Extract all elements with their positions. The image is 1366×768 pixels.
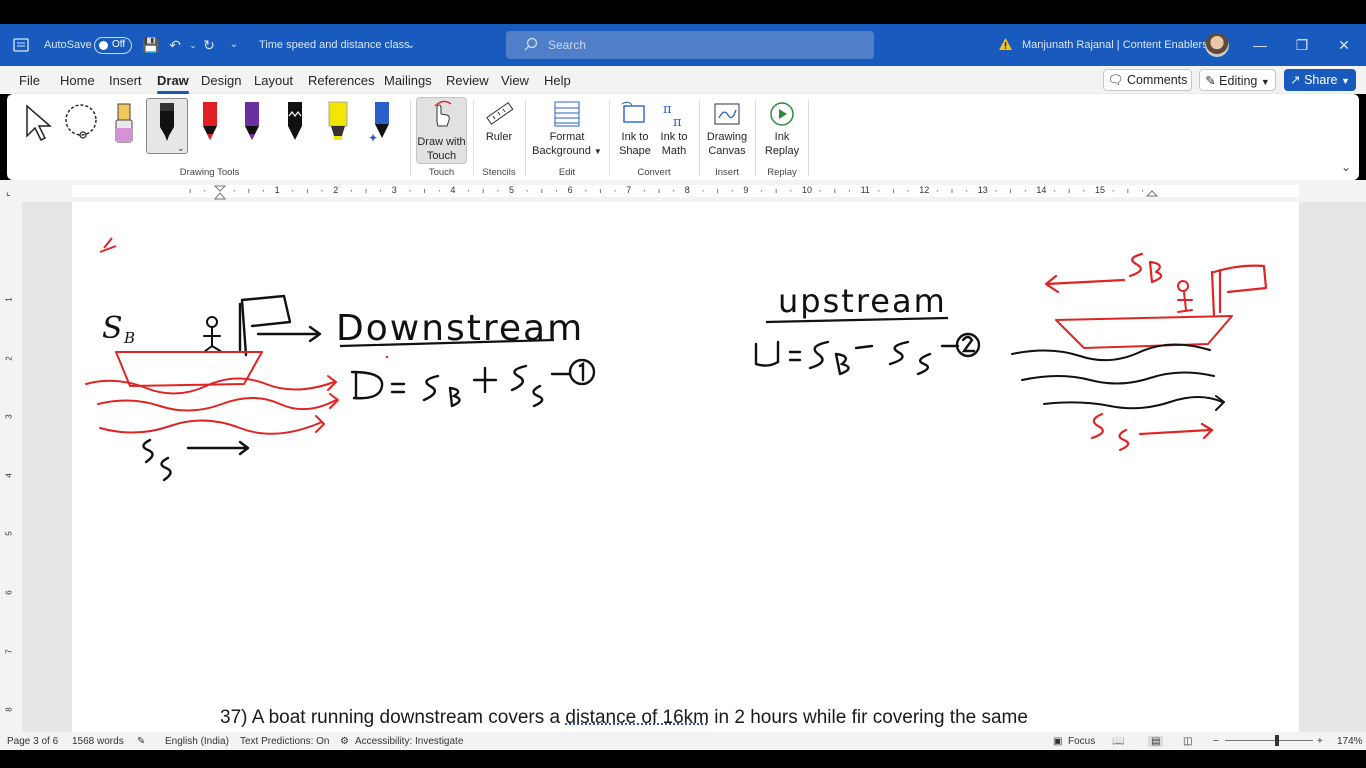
text-segment: 37) A boat running downstream covers a: [220, 707, 566, 728]
zoom-level[interactable]: 174%: [1337, 736, 1363, 747]
zoom-in-icon[interactable]: +: [1317, 736, 1323, 747]
print-layout-icon[interactable]: ▤: [1148, 736, 1164, 747]
focus-label[interactable]: Focus: [1068, 736, 1095, 747]
web-layout-icon[interactable]: ◫: [1183, 736, 1192, 747]
zoom-slider-thumb[interactable]: [1275, 735, 1279, 746]
text-segment-underlined: distance of 16km: [565, 707, 710, 728]
upstream-formula: [754, 332, 981, 376]
downstream-diagram: S B: [85, 294, 339, 482]
language[interactable]: English (India): [165, 736, 229, 747]
status-bar: Page 3 of 6 1568 words ✎ English (India)…: [0, 732, 1366, 750]
document-text-line[interactable]: 37) A boat running downstream covers a d…: [220, 707, 1028, 729]
ink-upstream-heading: upstream: [778, 282, 947, 320]
downstream-formula: [350, 358, 596, 408]
ink-red-mark: [99, 237, 117, 253]
bottom-frame: [0, 750, 1366, 768]
zoom-slider[interactable]: [1225, 735, 1313, 746]
upstream-diagram: [1011, 252, 1268, 452]
read-mode-icon[interactable]: 📖: [1112, 736, 1124, 747]
ink-sb-subscript: B: [123, 329, 135, 347]
ink-red-dot: [385, 355, 389, 359]
zoom-out-icon[interactable]: −: [1213, 736, 1219, 747]
proofing-icon[interactable]: ✎: [137, 736, 145, 747]
ink-sb-label: S: [102, 311, 123, 346]
ink-drawing-layer[interactable]: S B Downstream upstream: [0, 0, 1366, 732]
accessibility-icon[interactable]: ⚙: [340, 736, 349, 747]
text-predictions[interactable]: Text Predictions: On: [240, 736, 329, 747]
text-segment: in 2 hours while fir covering the same: [709, 707, 1028, 728]
screen: AutoSave Off 💾 ↶ ⌄ ↻ ⌄ Time speed and di…: [0, 0, 1366, 768]
focus-icon[interactable]: ▣: [1053, 736, 1062, 747]
accessibility-status[interactable]: Accessibility: Investigate: [355, 736, 463, 747]
page-count[interactable]: Page 3 of 6: [7, 736, 58, 747]
word-count[interactable]: 1568 words: [72, 736, 124, 747]
